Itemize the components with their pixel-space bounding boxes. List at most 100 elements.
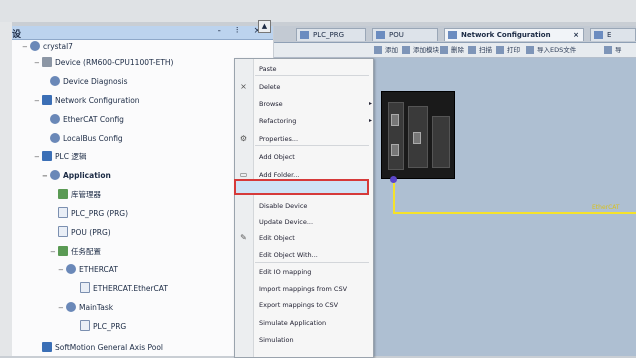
menu-item[interactable]: Simulation bbox=[259, 334, 294, 346]
tree-node-label: SoftMotion General Axis Pool bbox=[55, 343, 164, 352]
tree-node-label: ETHERCAT.EtherCAT bbox=[93, 284, 168, 293]
tree-node[interactable]: Device Diagnosis bbox=[42, 75, 128, 89]
menu-item-label: Edit IO mapping bbox=[259, 268, 312, 276]
submenu-arrow-icon: ▸ bbox=[369, 100, 373, 107]
tab-network-configuration[interactable]: Network Configuration × bbox=[444, 28, 584, 41]
expand-toggle-icon[interactable]: − bbox=[42, 169, 50, 183]
tree-node[interactable]: − ETHERCAT bbox=[58, 263, 118, 277]
menu-item-label: Simulate Application bbox=[259, 319, 327, 327]
plc-device-graphic[interactable] bbox=[381, 91, 455, 179]
tree-node[interactable]: − MainTask bbox=[58, 301, 113, 315]
tab-pou[interactable]: POU bbox=[372, 28, 438, 41]
expand-toggle-icon[interactable]: − bbox=[22, 40, 30, 54]
toolbar-import-eds[interactable]: 导入EDS文件 bbox=[526, 44, 576, 56]
menu-item-label: Add Folder... bbox=[259, 171, 300, 179]
tree-node[interactable]: POU (PRG) bbox=[50, 226, 111, 240]
tree-node[interactable]: ETHERCAT.EtherCAT bbox=[72, 282, 168, 296]
gear-icon bbox=[50, 114, 60, 124]
tab-plc-prg[interactable]: PLC_PRG bbox=[296, 28, 366, 41]
expand-toggle-icon[interactable]: − bbox=[34, 150, 42, 164]
expand-toggle-icon[interactable]: − bbox=[58, 263, 66, 277]
menu-item-icon: ▭ bbox=[239, 170, 248, 179]
left-edge-band bbox=[0, 22, 12, 356]
menu-item-icon: ⚙ bbox=[239, 134, 248, 143]
menu-separator bbox=[255, 145, 369, 146]
toolbar-add[interactable]: 添加 bbox=[374, 44, 398, 56]
tree-node[interactable]: − crystal7 bbox=[22, 40, 73, 54]
device-slot bbox=[388, 102, 404, 170]
toolbar-scan[interactable]: 扫描 bbox=[468, 44, 492, 56]
bus-label: EtherCAT bbox=[592, 204, 620, 211]
menu-item[interactable]: Edit Object bbox=[259, 232, 295, 244]
toolbar-delete[interactable]: 删除 bbox=[440, 44, 464, 56]
tree-node[interactable]: EtherCAT Config bbox=[42, 113, 124, 127]
tree-node[interactable]: − Network Configuration bbox=[34, 94, 140, 108]
menu-item[interactable]: Add Object bbox=[259, 151, 295, 163]
tree-node-label: EtherCAT Config bbox=[63, 115, 124, 124]
expand-toggle-icon[interactable]: − bbox=[58, 301, 66, 315]
tree-node[interactable]: − 任务配置 bbox=[50, 245, 101, 259]
tree-node[interactable]: LocalBus Config bbox=[42, 132, 123, 146]
scroll-up-button[interactable]: ▲ bbox=[258, 20, 271, 33]
tree-node-label: PLC_PRG (PRG) bbox=[71, 209, 129, 218]
bus-connection-dot[interactable] bbox=[390, 176, 397, 183]
editor-tab-bar: PLC_PRG POU Network Configuration × E bbox=[274, 26, 636, 43]
tree-node[interactable]: SoftMotion General Axis Pool bbox=[34, 341, 163, 355]
tree-node[interactable]: − Application bbox=[42, 169, 111, 183]
toolbar-print[interactable]: 打印 bbox=[496, 44, 520, 56]
menu-item[interactable]: Paste bbox=[259, 63, 277, 75]
menu-item[interactable]: Properties... bbox=[259, 133, 298, 145]
expand-toggle-icon[interactable]: − bbox=[34, 56, 42, 70]
close-icon[interactable]: × bbox=[573, 29, 579, 42]
menu-item-icon: ✎ bbox=[240, 233, 247, 242]
tree-node-label: Device (RM600-CPU1100T-ETH) bbox=[55, 58, 174, 67]
tab-doc-icon bbox=[594, 31, 603, 39]
menu-item[interactable]: Edit Object With... bbox=[259, 249, 318, 261]
network-icon bbox=[42, 95, 52, 105]
panel-title: 设 bbox=[12, 30, 22, 40]
tab-more[interactable]: E bbox=[590, 28, 636, 41]
expand-toggle-icon[interactable]: − bbox=[50, 245, 58, 259]
ethercat-bus-line bbox=[393, 212, 636, 214]
menu-separator bbox=[255, 262, 369, 263]
task-icon bbox=[58, 246, 68, 256]
context-menu: Paste Delete × Browse ▸ Refactoring ▸ Propertie… bbox=[234, 58, 374, 358]
tree-node-label: POU (PRG) bbox=[71, 228, 111, 237]
menu-item[interactable]: Import mappings from CSV bbox=[259, 283, 347, 295]
menu-item[interactable]: Export mappings to CSV bbox=[259, 299, 338, 311]
menu-item-label: Add Object bbox=[259, 153, 295, 161]
menu-icon-gutter bbox=[235, 59, 254, 357]
menu-item-label: Edit Object With... bbox=[259, 251, 318, 259]
menu-item[interactable]: Browse ▸ bbox=[259, 98, 372, 110]
menu-item[interactable]: Disable Device bbox=[259, 200, 307, 212]
tree-node-label: Network Configuration bbox=[55, 96, 140, 105]
tab-label: E bbox=[607, 31, 612, 39]
menu-item[interactable]: Delete bbox=[259, 81, 280, 93]
expand-toggle-icon[interactable]: − bbox=[34, 94, 42, 108]
menu-item[interactable]: Update Device... bbox=[259, 216, 313, 228]
gear-icon bbox=[50, 133, 60, 143]
menu-item[interactable]: Simulate Application bbox=[259, 317, 326, 329]
tab-network-icon bbox=[448, 31, 457, 39]
submenu-arrow-icon: ▸ bbox=[369, 117, 373, 124]
gear-icon bbox=[30, 41, 40, 51]
tree-node-label: Device Diagnosis bbox=[63, 77, 128, 86]
toolbar-more[interactable]: 导 bbox=[604, 44, 622, 56]
library-icon bbox=[58, 189, 68, 199]
tree-node[interactable]: PLC_PRG bbox=[72, 320, 126, 334]
tree-node[interactable]: − Device (RM600-CPU1100T-ETH) bbox=[34, 56, 173, 70]
tree-node[interactable]: 库管理器 bbox=[50, 188, 101, 202]
menu-item-label: Edit Object bbox=[259, 234, 295, 242]
toolbar-add-module[interactable]: 添加模块 bbox=[402, 44, 439, 56]
menu-item[interactable]: Edit IO mapping bbox=[259, 266, 311, 278]
tree-node[interactable]: PLC_PRG (PRG) bbox=[50, 207, 128, 221]
tree-node[interactable]: − PLC 逻辑 bbox=[34, 150, 86, 164]
menu-item[interactable]: Refactoring ▸ bbox=[259, 115, 372, 127]
gear-icon bbox=[66, 302, 76, 312]
menu-item-label: Disable Device bbox=[259, 202, 308, 210]
tree-node-label: crystal7 bbox=[43, 42, 73, 51]
tab-label: POU bbox=[389, 31, 404, 39]
device-tree-header: 设 - ⁝ × bbox=[12, 26, 273, 40]
tab-doc-icon bbox=[300, 31, 309, 39]
tab-doc-icon bbox=[376, 31, 385, 39]
